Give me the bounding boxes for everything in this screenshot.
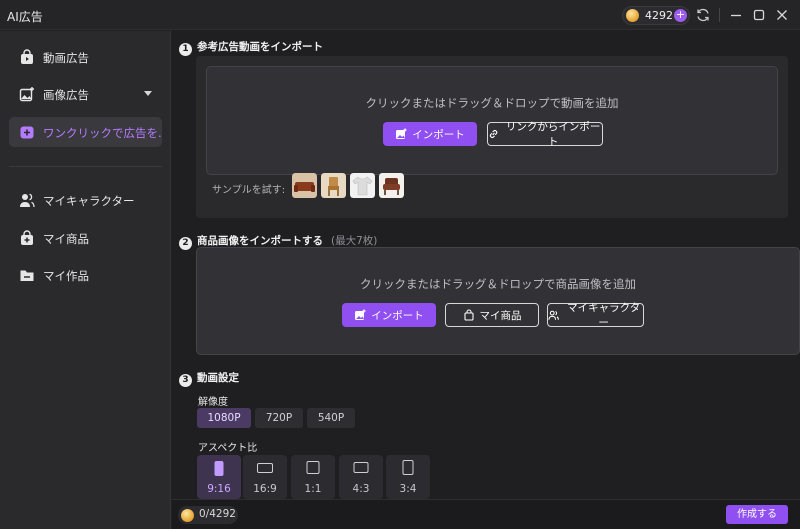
product-drop-zone[interactable]: クリックまたはドラッグ＆ドロップで商品画像を追加 インポート マイ商品 マイキャ… [196, 247, 800, 355]
portrait-shape-icon [402, 460, 414, 475]
refresh-icon[interactable] [695, 7, 711, 23]
users-icon [548, 310, 559, 320]
video-bag-icon [21, 49, 33, 64]
coin-icon [626, 9, 639, 22]
resolution-label: 解像度 [198, 397, 228, 408]
my-products-label: マイ商品 [479, 309, 522, 322]
coin-balance[interactable]: 4292 + [622, 6, 690, 25]
sidebar-item-image-ads[interactable]: 画像広告 [9, 79, 162, 109]
title-separator [719, 8, 720, 22]
landscape-shape-icon [353, 462, 369, 473]
landscape-shape-icon [257, 463, 273, 473]
sidebar-item-my-characters[interactable]: マイキャラクター [9, 185, 162, 215]
video-drop-text: クリックまたはドラッグ＆ドロップで動画を追加 [365, 96, 619, 110]
sample-thumbnail-chair[interactable] [321, 173, 346, 198]
aspect-3-4[interactable]: 3:4 [386, 455, 430, 499]
section-title-text: 商品画像をインポートする [197, 235, 323, 247]
minimize-icon[interactable] [728, 7, 744, 23]
import-product-button[interactable]: インポート [342, 303, 436, 327]
sidebar-divider [9, 166, 162, 167]
credit-cost: 0/4292 [178, 506, 238, 524]
my-products-button[interactable]: マイ商品 [445, 303, 539, 327]
close-icon[interactable] [774, 7, 790, 23]
aspect-ratio-label: アスペクト比 [198, 443, 258, 454]
image-add-icon [355, 309, 366, 320]
aspect-9-16[interactable]: 9:16 [197, 455, 241, 499]
users-icon [20, 193, 35, 208]
resolution-720p[interactable]: 720P [255, 408, 303, 428]
aspect-1-1[interactable]: 1:1 [291, 455, 335, 499]
resolution-1080p[interactable]: 1080P [197, 408, 251, 428]
coin-count: 4292 [645, 9, 673, 22]
portrait-shape-icon [214, 461, 224, 476]
sidebar-item-label: マイキャラクター [43, 194, 135, 208]
sidebar-item-video-ads[interactable]: 動画広告 [9, 42, 162, 72]
sample-thumbnail-shirt[interactable] [350, 173, 375, 198]
link-import-label: リンクからインポート [505, 121, 601, 148]
sidebar: 動画広告 画像広告 ワンクリックで広告を... マイキャラクター マイ商品 マイ… [0, 31, 171, 529]
aspect-label: 16:9 [253, 483, 277, 495]
product-drop-text: クリックまたはドラッグ＆ドロップで商品画像を追加 [360, 277, 636, 291]
max-images-hint: (最大7枚) [331, 235, 378, 247]
section-title-text: 参考広告動画をインポート [197, 41, 323, 53]
bag-icon [463, 309, 474, 321]
sidebar-item-label: マイ商品 [43, 232, 89, 246]
maximize-icon[interactable] [751, 7, 767, 23]
resolution-540p[interactable]: 540P [307, 408, 355, 428]
chevron-down-icon [144, 91, 152, 96]
credit-cost-text: 0/4292 [199, 508, 236, 520]
import-label: インポート [412, 128, 465, 141]
folder-icon [20, 270, 34, 281]
product-bag-icon [21, 230, 33, 245]
sidebar-item-label: 画像広告 [43, 88, 89, 102]
aspect-label: 9:16 [207, 483, 231, 495]
section-title-video-settings: 3 動画設定 [179, 370, 239, 387]
aspect-4-3[interactable]: 4:3 [339, 455, 383, 499]
aspect-label: 1:1 [304, 483, 322, 495]
image-add-icon [19, 87, 34, 102]
link-icon [489, 130, 498, 138]
aspect-label: 4:3 [352, 483, 370, 495]
image-add-icon [396, 128, 407, 139]
square-shape-icon [306, 461, 320, 474]
add-coins-button[interactable]: + [674, 9, 687, 22]
title-bar: AI広告 4292 + [0, 0, 800, 30]
section-title-text: 動画設定 [197, 372, 239, 384]
one-click-icon [20, 126, 34, 139]
import-label: インポート [371, 309, 424, 322]
sidebar-item-label: マイ作品 [43, 269, 89, 283]
create-button[interactable]: 作成する [726, 505, 788, 524]
video-drop-zone[interactable]: クリックまたはドラッグ＆ドロップで動画を追加 インポート リンクからインポート [206, 66, 778, 175]
sidebar-item-label: 動画広告 [43, 51, 89, 65]
sample-thumbnail-sofa[interactable] [292, 173, 317, 198]
my-characters-button[interactable]: マイキャラクター [547, 302, 644, 329]
coin-icon [181, 508, 194, 522]
sidebar-item-my-works[interactable]: マイ作品 [9, 260, 162, 290]
sidebar-item-label: ワンクリックで広告を... [43, 126, 161, 140]
step-number: 2 [179, 237, 192, 250]
main-panel: 1 参考広告動画をインポート クリックまたはドラッグ＆ドロップで動画を追加 インポ… [172, 31, 800, 499]
step-number: 3 [179, 374, 192, 387]
sample-label: サンプルを試す: [212, 185, 286, 196]
sample-thumbnail-armchair[interactable] [379, 173, 404, 198]
import-video-button[interactable]: インポート [383, 122, 477, 146]
step-number: 1 [179, 43, 192, 56]
sidebar-item-one-click-ads[interactable]: ワンクリックで広告を... [9, 117, 162, 147]
section-title-reference-video: 1 参考広告動画をインポート [179, 39, 323, 56]
sidebar-item-my-products[interactable]: マイ商品 [9, 223, 162, 253]
link-import-button[interactable]: リンクからインポート [487, 121, 603, 148]
reference-video-card: クリックまたはドラッグ＆ドロップで動画を追加 インポート リンクからインポート … [196, 56, 788, 218]
bottom-bar: 0/4292 作成する [172, 499, 800, 529]
aspect-16-9[interactable]: 16:9 [243, 455, 287, 499]
aspect-label: 3:4 [399, 483, 417, 495]
app-title: AI広告 [7, 10, 43, 24]
my-characters-label: マイキャラクター [567, 302, 641, 329]
